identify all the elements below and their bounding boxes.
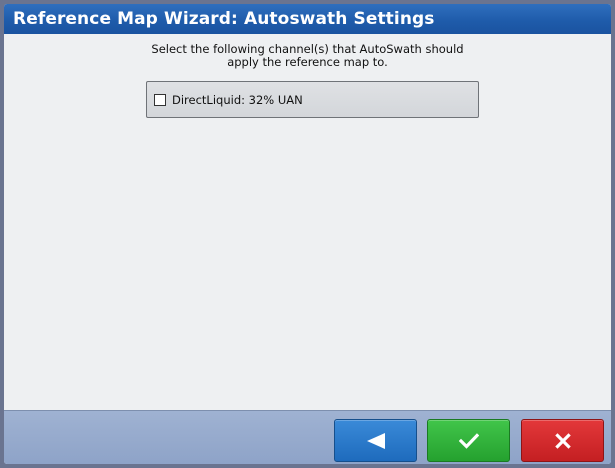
- close-x-icon: [554, 432, 571, 449]
- content-area: Select the following channel(s) that Aut…: [4, 34, 611, 410]
- instruction-text: Select the following channel(s) that Aut…: [4, 43, 611, 69]
- cancel-button[interactable]: [521, 419, 604, 462]
- channel-label: DirectLiquid: 32% UAN: [172, 93, 303, 107]
- channel-item-directliquid[interactable]: DirectLiquid: 32% UAN: [154, 93, 303, 107]
- title-bar: Reference Map Wizard: Autoswath Settings: [4, 4, 611, 34]
- wizard-window: Reference Map Wizard: Autoswath Settings…: [4, 4, 611, 464]
- footer-bar: [4, 410, 611, 464]
- checkmark-icon: [458, 432, 479, 449]
- channel-checkbox[interactable]: [154, 94, 166, 106]
- back-button[interactable]: [334, 419, 417, 462]
- left-triangle-icon: [366, 432, 385, 449]
- accept-button[interactable]: [427, 419, 510, 462]
- window-title: Reference Map Wizard: Autoswath Settings: [13, 9, 435, 29]
- channel-list: DirectLiquid: 32% UAN: [146, 81, 479, 118]
- instruction-line-2: apply the reference map to.: [227, 55, 388, 69]
